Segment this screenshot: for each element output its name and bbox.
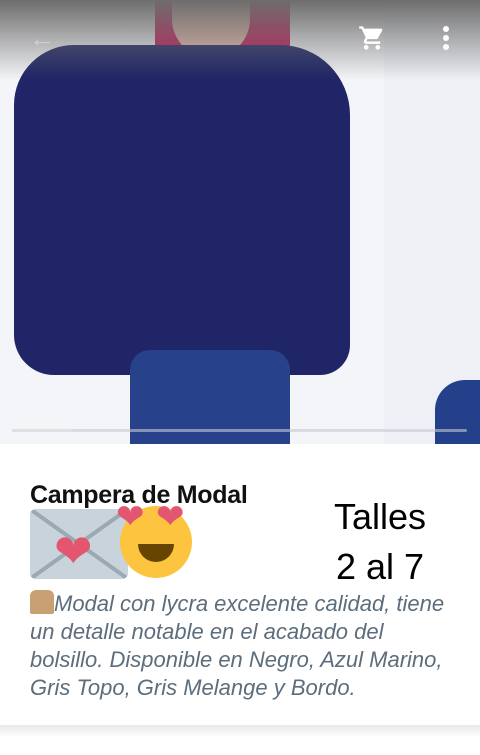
header-gradient bbox=[0, 0, 480, 80]
coat-emoji bbox=[30, 590, 54, 614]
product-image-carousel[interactable] bbox=[0, 0, 480, 444]
product-photo-jacket bbox=[14, 45, 350, 375]
bottom-shadow bbox=[0, 725, 480, 755]
description-text: Modal con lycra excelente calidad, tiene… bbox=[30, 591, 445, 700]
more-vertical-icon[interactable] bbox=[430, 22, 462, 54]
sizes-title: Talles bbox=[333, 496, 427, 537]
next-image-preview-garment bbox=[435, 380, 480, 444]
arrow-left-icon[interactable]: ← bbox=[26, 22, 58, 54]
heart-icon: ❤ bbox=[54, 525, 93, 577]
heart-eyes-emoji: ❤ ❤ bbox=[116, 500, 192, 578]
shopping-cart-icon[interactable] bbox=[356, 22, 388, 54]
sizes-label: Talles 2 al 7 bbox=[310, 492, 450, 592]
product-description: Modal con lycra excelente calidad, tiene… bbox=[30, 590, 450, 702]
carousel-indicator bbox=[12, 429, 467, 432]
sizes-range: 2 al 7 bbox=[335, 546, 425, 587]
